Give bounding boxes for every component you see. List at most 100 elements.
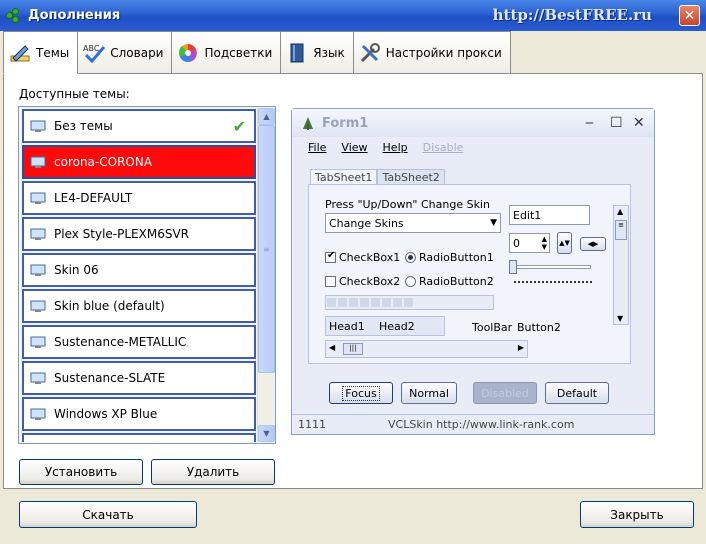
preview-scroll-down-icon[interactable]: ▼: [617, 314, 623, 323]
spin-edit-value: 0: [513, 236, 520, 250]
theme-item-plex-style[interactable]: Plex Style-PLEXM6SVR: [22, 217, 256, 251]
radiobutton2[interactable]: RadioButton2: [405, 275, 494, 288]
theme-item-label: Без темы: [54, 119, 113, 133]
head1-header[interactable]: Head1: [329, 320, 365, 333]
theme-item-label: LE4-DEFAULT: [54, 191, 133, 205]
available-themes-label: Доступные темы:: [19, 87, 130, 101]
menu-file[interactable]: File: [308, 141, 326, 154]
title-bar: Дополнения http://BestFREE.ru ✕: [0, 0, 706, 31]
themes-list-viewport: Без темы ✔ corona-CORONA LE4-DEFAULT Ple…: [20, 108, 257, 442]
preview-scroll-up-icon[interactable]: ▲: [617, 207, 623, 216]
preview-maximize-icon[interactable]: ☐: [610, 115, 623, 131]
trackbar-ticks: [514, 281, 592, 283]
abc-check-icon: ABC: [83, 42, 106, 64]
spin-arrows-icon[interactable]: ▲ ▼: [542, 235, 547, 251]
themes-list[interactable]: Без темы ✔ corona-CORONA LE4-DEFAULT Ple…: [18, 106, 276, 444]
checkbox1-label: CheckBox1: [339, 251, 401, 264]
toolbar-label: ToolBar: [472, 321, 513, 334]
h-scroll-thumb[interactable]: |||: [343, 343, 363, 355]
preview-title: Form1: [322, 115, 369, 131]
preview-vertical-scrollbar[interactable]: ▲ ≡ ▼: [613, 205, 629, 325]
horizontal-scrollbar[interactable]: ◀ ||| ▶: [325, 340, 528, 358]
monitor-icon: [30, 264, 46, 276]
status-panel-left: 1111: [298, 418, 326, 431]
chevron-down-icon: ▼: [490, 218, 497, 228]
scroll-left-icon[interactable]: ◀: [329, 343, 335, 352]
radiobutton1[interactable]: RadioButton1: [405, 251, 494, 264]
checkbox2-box[interactable]: [325, 276, 336, 287]
normal-button[interactable]: Normal: [401, 382, 457, 404]
tab-themes[interactable]: Темы: [3, 31, 79, 74]
monitor-icon: [30, 372, 46, 384]
install-button[interactable]: Установить: [19, 459, 143, 485]
download-button[interactable]: Скачать: [19, 501, 197, 528]
checkbox1-box[interactable]: ✔: [325, 250, 336, 263]
radiobutton2-label: RadioButton2: [419, 275, 494, 288]
svg-text:ABC: ABC: [83, 44, 100, 53]
tab-strip: Темы ABC Словари Подсветки Язык Настройк…: [3, 31, 511, 74]
monitor-icon: [30, 228, 46, 240]
window-title: Дополнения: [28, 8, 121, 23]
close-button[interactable]: Закрыть: [580, 501, 694, 528]
left-right-control[interactable]: ◀▶: [580, 237, 606, 251]
theme-item-windows-xp-blue[interactable]: Windows XP Blue: [22, 397, 256, 431]
theme-item-skin-06[interactable]: Skin 06: [22, 253, 256, 287]
monitor-icon: [30, 156, 46, 168]
checkmark-icon: ✔: [232, 116, 246, 136]
theme-item-skin-blue[interactable]: Skin blue (default): [22, 289, 256, 323]
menu-view[interactable]: View: [341, 141, 367, 154]
window-close-button[interactable]: ✕: [679, 5, 700, 26]
scroll-right-icon[interactable]: ▶: [518, 343, 524, 352]
theme-item-none[interactable]: Без темы ✔: [22, 109, 256, 143]
trackbar[interactable]: [509, 260, 591, 274]
theme-item-le4-default[interactable]: LE4-DEFAULT: [22, 181, 256, 215]
radiobutton2-circle[interactable]: [405, 276, 416, 287]
tab-dictionaries[interactable]: ABC Словари: [77, 31, 173, 73]
tab-highlighting[interactable]: Подсветки: [171, 31, 282, 73]
skin-combo[interactable]: Change Skins ▼: [325, 213, 501, 233]
skin-hint-text: Press "Up/Down" Change Skin: [325, 198, 490, 211]
status-panel-right: VCLSkin http://www.link-rank.com: [388, 418, 575, 431]
tab-highlighting-label: Подсветки: [204, 45, 273, 60]
head2-header[interactable]: Head2: [379, 320, 415, 333]
tab-dictionaries-label: Словари: [110, 45, 164, 60]
tab-proxy-settings[interactable]: Настройки прокси: [352, 31, 511, 73]
scroll-thumb[interactable]: ≡: [258, 125, 275, 373]
checkbox2[interactable]: CheckBox2: [325, 275, 400, 288]
default-button[interactable]: Default: [545, 382, 609, 404]
skin-combo-value: Change Skins: [329, 216, 404, 230]
themes-list-scrollbar[interactable]: ▲ ≡ ▼: [257, 108, 275, 442]
watermark-text: http://BestFREE.ru: [492, 6, 652, 24]
tab-language-label: Язык: [313, 45, 345, 60]
preview-close-icon[interactable]: ✕: [633, 115, 645, 131]
up-down-control[interactable]: ▲▼: [557, 232, 572, 254]
button2-toolbar-button[interactable]: Button2: [517, 321, 561, 334]
scroll-up-button[interactable]: ▲: [258, 108, 275, 125]
checkbox1[interactable]: ✔ CheckBox1: [325, 250, 401, 264]
trackbar-thumb[interactable]: [509, 260, 517, 274]
theme-item-label: Sustenance-SLATE: [54, 371, 166, 385]
monitor-icon: [30, 192, 46, 204]
delete-button[interactable]: Удалить: [151, 459, 275, 485]
monitor-icon: [30, 336, 46, 348]
edit1-input[interactable]: Edit1: [509, 205, 590, 225]
preview-minimize-icon[interactable]: ‒: [585, 115, 594, 131]
theme-item-sustenance-slate[interactable]: Sustenance-SLATE: [22, 361, 256, 395]
preview-v-scroll-thumb[interactable]: ≡: [615, 220, 627, 240]
monitor-icon: [30, 408, 46, 420]
book-icon: [286, 42, 308, 64]
tab-language[interactable]: Язык: [280, 31, 354, 73]
focus-button[interactable]: Focus: [329, 382, 393, 404]
edit1-value: Edit1: [513, 208, 542, 222]
theme-item-corona[interactable]: corona-CORONA: [22, 145, 256, 179]
spin-edit[interactable]: 0 ▲ ▼: [509, 233, 550, 253]
radiobutton1-circle[interactable]: [405, 252, 416, 263]
theme-item-label: Sustenance-METALLIC: [54, 335, 187, 349]
checkbox2-label: CheckBox2: [339, 275, 401, 288]
radiobutton1-label: RadioButton1: [419, 251, 494, 264]
theme-item-partial[interactable]: [22, 433, 256, 442]
menu-help[interactable]: Help: [383, 141, 408, 154]
scroll-down-button[interactable]: ▼: [258, 425, 275, 442]
progress-bar: [325, 295, 494, 310]
theme-item-sustenance-metallic[interactable]: Sustenance-METALLIC: [22, 325, 256, 359]
